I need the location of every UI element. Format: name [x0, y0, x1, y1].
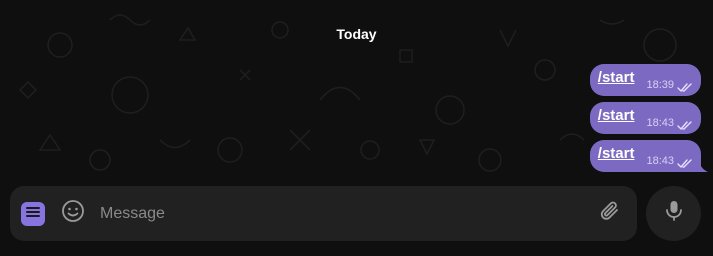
message-time: 18:39 — [646, 79, 674, 91]
message-meta: 18:39 — [646, 79, 693, 92]
message-bubble[interactable]: /start 18:43 — [589, 140, 708, 172]
attach-button[interactable] — [597, 201, 623, 227]
message-input[interactable] — [100, 198, 597, 229]
message-bubble[interactable]: /start 18:43 — [589, 102, 701, 134]
message-meta: 18:43 — [646, 117, 693, 130]
double-check-icon — [677, 80, 693, 92]
date-separator: Today — [336, 26, 377, 42]
message-meta: 18:43 — [646, 155, 693, 168]
emoji-button[interactable] — [60, 199, 86, 228]
message-text[interactable]: /start — [598, 69, 635, 86]
message-composer — [10, 186, 637, 241]
smile-icon — [61, 199, 85, 228]
menu-button[interactable] — [21, 201, 45, 226]
message-text[interactable]: /start — [598, 107, 635, 124]
double-check-icon — [677, 118, 693, 130]
message-time: 18:43 — [646, 117, 674, 129]
bubble-tail — [698, 160, 708, 172]
message-text[interactable]: /start — [598, 145, 635, 162]
paperclip-icon — [599, 199, 621, 228]
message-time: 18:43 — [646, 155, 674, 167]
microphone-icon — [664, 199, 684, 228]
message-bubble[interactable]: /start 18:39 — [589, 64, 701, 96]
menu-icon — [26, 205, 40, 223]
double-check-icon — [677, 156, 693, 168]
voice-record-button[interactable] — [646, 186, 701, 241]
